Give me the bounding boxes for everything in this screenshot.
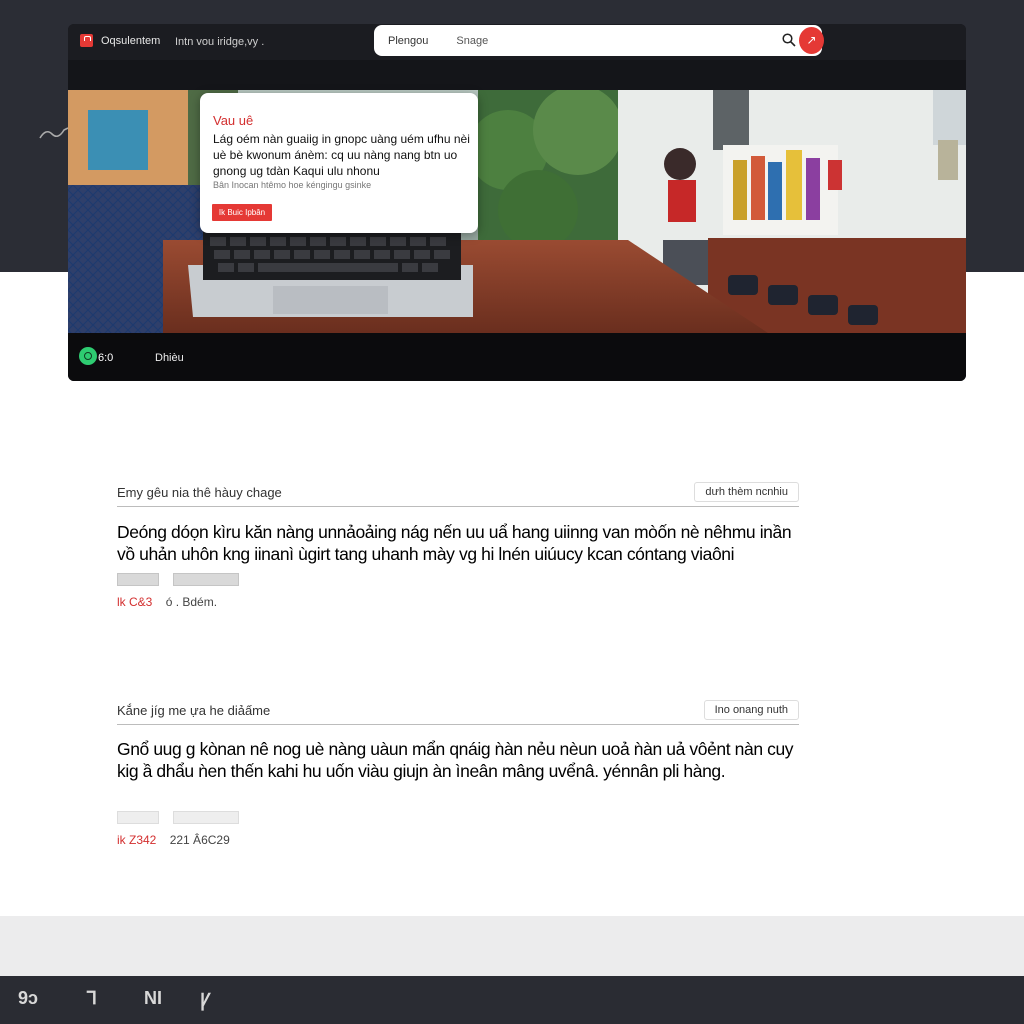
article-meta: ik Z342 221 Â6C29 <box>117 833 230 847</box>
article-meta-date: ó . Bdém. <box>165 595 218 609</box>
app-header: Oqsulentem Intn vou iridge,vy . Plengou … <box>68 24 966 60</box>
article-chip[interactable] <box>173 573 239 586</box>
article-meta-count: ik Z342 <box>117 833 157 847</box>
search-bar[interactable]: Plengou Snage ↗ <box>374 25 824 56</box>
article-tag[interactable]: dưh thèm ncnhiu <box>694 482 799 502</box>
popup-title: Vau uê <box>213 113 254 128</box>
article-meta-date: 221 Â6C29 <box>169 833 230 847</box>
article-chip[interactable] <box>117 811 159 824</box>
brand[interactable]: Oqsulentem <box>80 34 160 47</box>
search-action-button[interactable]: ↗ <box>799 27 824 54</box>
brand-name: Oqsulentem <box>101 34 161 47</box>
popup-subtitle: Bân Inocan htêmo hoe kéngingu gsinke <box>213 180 372 190</box>
search-hint: Snage <box>456 34 489 47</box>
app-tagline: Intn vou iridge,vy . <box>175 36 265 48</box>
play-status-icon[interactable] <box>79 347 97 365</box>
dock-item-app[interactable]: 9ɔ <box>18 988 38 1009</box>
popup-body: Lág oém nàn guaiig in gnopc uàng uém ufh… <box>213 132 470 178</box>
player-bar: 6:0 Dhièu <box>68 333 966 381</box>
article-chip[interactable] <box>173 811 239 824</box>
search-icon[interactable] <box>782 33 796 47</box>
search-input[interactable]: Plengou <box>388 35 428 47</box>
dock-item-settings[interactable]: Ꝩ <box>200 988 210 1012</box>
player-time: 6:0 <box>98 352 114 364</box>
article-meta: lk C&3 ó . Bdém. <box>117 595 217 609</box>
article-label: Emy gêu nia thê hàuy chage <box>117 485 282 500</box>
dock-item-window[interactable]: ᒣ <box>86 988 97 1009</box>
article-title[interactable]: Gnổ uug g kònan nê nog uè nàng uàun mẩn … <box>117 738 799 782</box>
article-label: Kắne jíg me ựa he diảấme <box>117 703 271 718</box>
article-tag[interactable]: Ino onang nuth <box>703 700 799 720</box>
popup-cta-button[interactable]: Ik Buic Ipbân <box>212 204 272 221</box>
article-chip[interactable] <box>117 573 159 586</box>
squiggle-decoration-icon <box>39 127 69 139</box>
nav-strip <box>68 60 966 91</box>
hero-popup-card: Vau uê Lág oém nàn guaiig in gnopc uàng … <box>200 93 478 233</box>
player-label[interactable]: Dhièu <box>155 352 184 364</box>
article-divider <box>117 506 799 507</box>
article-meta-count: lk C&3 <box>117 595 153 609</box>
dock-item-ni[interactable]: NI <box>144 988 162 1009</box>
footer-band <box>0 916 1024 976</box>
home-logo-icon <box>80 34 93 47</box>
article-divider <box>117 724 799 725</box>
app-window: Oqsulentem Intn vou iridge,vy . Plengou … <box>68 24 966 381</box>
article-title[interactable]: Deóng dóọn kìru kăn nàng unnảoảing nág n… <box>117 521 799 565</box>
